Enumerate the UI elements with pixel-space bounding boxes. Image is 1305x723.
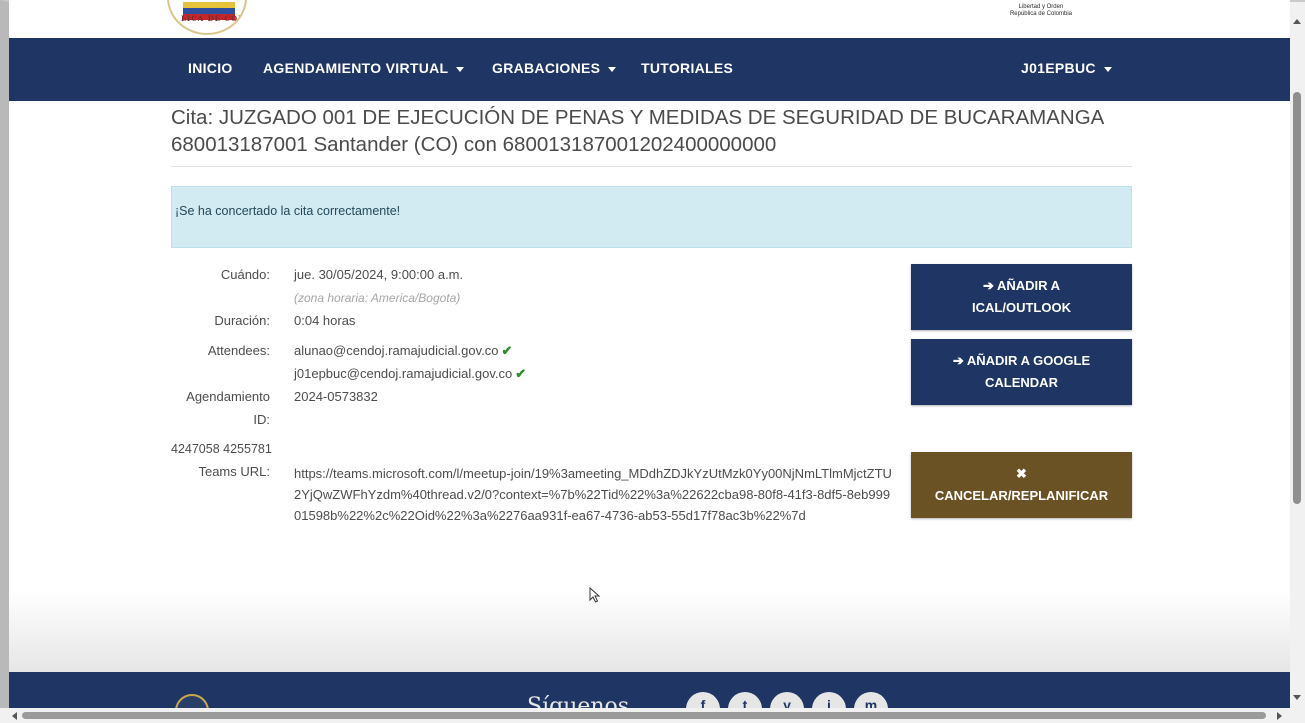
- scroll-left-icon[interactable]: [12, 712, 17, 720]
- youtube-icon[interactable]: y: [770, 692, 804, 708]
- success-alert: ¡Se ha concertado la cita correctamente!: [171, 186, 1132, 248]
- ical-line-1: ➔ AÑADIR A: [982, 278, 1061, 293]
- page-title: Cita: JUZGADO 001 DE EJECUCIÓN DE PENAS …: [171, 106, 1104, 156]
- cancel-label: CANCELAR/REPLANIFICAR: [934, 488, 1109, 503]
- extra-ids: 4247058 4255781: [171, 442, 272, 456]
- nav-inicio-label: INICIO: [188, 60, 233, 76]
- republic-caption: Libertad y Orden República de Colombia: [1010, 4, 1072, 18]
- alert-text: ¡Se ha concertado la cita correctamente!: [175, 204, 401, 218]
- chevron-down-icon: [608, 66, 617, 72]
- add-to-google-calendar-button[interactable]: ➔ AÑADIR A GOOGLE CALENDAR: [911, 339, 1132, 405]
- check-icon: ✔: [501, 343, 513, 358]
- google-line-2: CALENDAR: [985, 375, 1058, 390]
- scroll-right-icon[interactable]: [1277, 712, 1282, 720]
- divider: [171, 166, 1132, 167]
- vertical-scrollbar[interactable]: [1290, 2, 1305, 708]
- nav-grabaciones-label: GRABACIONES: [492, 60, 601, 76]
- attendees-label: Attendees:: [207, 343, 270, 358]
- nav-grabaciones[interactable]: GRABACIONES: [492, 60, 617, 76]
- timezone-note: (zona horaria: America/Bogota): [294, 291, 461, 305]
- attendee-1: alunao@cendoj.ramajudicial.gov.co ✔: [294, 343, 512, 359]
- main-navbar: INICIO AGENDAMIENTO VIRTUAL GRABACIONES …: [9, 38, 1290, 101]
- nav-agendamiento-label: AGENDAMIENTO VIRTUAL: [263, 60, 449, 76]
- scheduling-id-value: 2024-0573832: [294, 389, 378, 404]
- email-icon[interactable]: m: [854, 692, 888, 708]
- when-value: jue. 30/05/2024, 9:00:00 a.m.: [294, 267, 464, 282]
- seal-text: LICA DE COL: [181, 14, 245, 23]
- teams-url-link[interactable]: https://teams.microsoft.com/l/meetup-joi…: [294, 463, 894, 526]
- user-menu[interactable]: J01EPBUC: [1021, 60, 1112, 76]
- twitter-icon[interactable]: t: [728, 692, 762, 708]
- user-menu-label: J01EPBUC: [1021, 60, 1096, 76]
- nav-tutoriales-label: TUTORIALES: [641, 60, 734, 76]
- coat-of-arms-seal-icon: LICA DE COL: [167, 0, 247, 35]
- chevron-down-icon: [1103, 66, 1112, 72]
- follow-us-text: Síguenos: [527, 694, 630, 708]
- attendee-2: j01epbuc@cendoj.ramajudicial.gov.co ✔: [294, 366, 526, 382]
- footer-logo-icon: [175, 694, 209, 708]
- scroll-up-icon[interactable]: [1293, 19, 1301, 24]
- nav-agendamiento-virtual[interactable]: AGENDAMIENTO VIRTUAL: [263, 60, 465, 76]
- scroll-down-icon[interactable]: [1293, 695, 1301, 700]
- when-label: Cuándo:: [220, 267, 270, 282]
- attendee-2-email: j01epbuc@cendoj.ramajudicial.gov.co: [294, 366, 513, 381]
- cancel-reschedule-button[interactable]: ✖ CANCELAR/REPLANIFICAR: [911, 452, 1132, 518]
- scheduling-id-label-1: Agendamiento: [186, 389, 270, 404]
- vertical-scroll-thumb[interactable]: [1293, 92, 1301, 504]
- nav-tutoriales[interactable]: TUTORIALES: [641, 60, 733, 76]
- mouse-cursor-icon: [589, 587, 601, 603]
- top-banner: LICA DE COL Libertad y Orden República d…: [9, 0, 1290, 38]
- ical-line-2: ICAL/OUTLOOK: [972, 300, 1071, 315]
- scheduling-id-label-2: ID:: [253, 412, 270, 427]
- attendee-1-email: alunao@cendoj.ramajudicial.gov.co: [294, 343, 499, 358]
- duration-value: 0:04 horas: [294, 313, 356, 328]
- nav-inicio[interactable]: INICIO: [188, 60, 233, 76]
- facebook-icon[interactable]: f: [686, 692, 720, 708]
- horizontal-scrollbar[interactable]: [0, 708, 1305, 723]
- close-icon: ✖: [1016, 466, 1027, 481]
- coa-line-2: República de Colombia: [1009, 11, 1072, 17]
- horizontal-scroll-thumb[interactable]: [22, 712, 1266, 719]
- page-bottom-band: [9, 590, 1290, 672]
- instagram-icon[interactable]: i: [812, 692, 846, 708]
- footer: Síguenos f t y i m: [9, 672, 1290, 708]
- check-icon: ✔: [515, 366, 527, 381]
- add-to-ical-button[interactable]: ➔ AÑADIR A ICAL/OUTLOOK: [911, 264, 1132, 330]
- teams-url-label: Teams URL:: [198, 464, 270, 479]
- duration-label: Duración:: [214, 313, 270, 328]
- google-line-1: ➔ AÑADIR A GOOGLE: [952, 353, 1091, 368]
- chevron-down-icon: [456, 66, 465, 72]
- coa-line-1: Libertad y Orden: [1018, 4, 1064, 10]
